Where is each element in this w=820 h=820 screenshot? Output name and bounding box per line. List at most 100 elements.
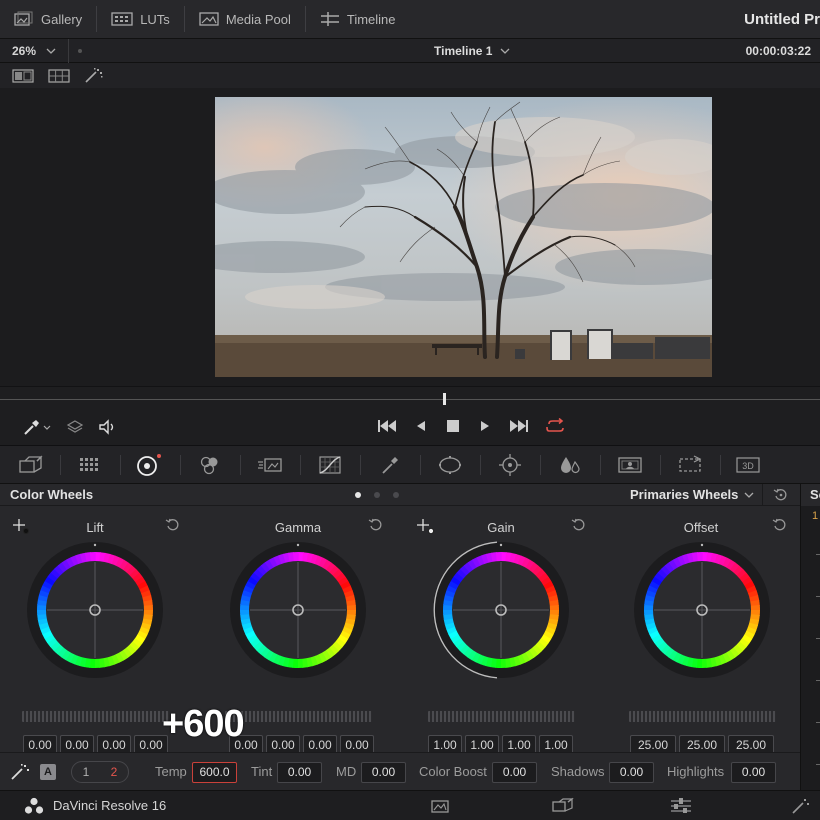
- page-2-button[interactable]: 2: [100, 762, 128, 782]
- page-1-button[interactable]: 1: [72, 762, 100, 782]
- 3d-button[interactable]: 3D: [718, 446, 778, 484]
- hue-segment: [125, 643, 137, 655]
- luts-button[interactable]: LUTs: [97, 0, 184, 39]
- key-button[interactable]: [600, 446, 660, 484]
- loop-icon[interactable]: [545, 418, 567, 434]
- window-button[interactable]: [420, 446, 480, 484]
- timeline-dropdown[interactable]: Timeline 1: [434, 39, 510, 63]
- eyedropper-icon[interactable]: [22, 418, 52, 436]
- reset-icon[interactable]: [571, 518, 587, 532]
- reset-icon[interactable]: [368, 518, 384, 532]
- hue-segment: [98, 657, 106, 668]
- gain-label: Gain: [487, 520, 515, 535]
- highlights-field[interactable]: 0.00: [731, 762, 776, 783]
- hue-segment: [745, 626, 757, 636]
- camera-raw-button[interactable]: [0, 446, 60, 484]
- reset-icon[interactable]: [772, 518, 788, 532]
- timeline-button[interactable]: Timeline: [306, 0, 410, 39]
- gamma-color-wheel[interactable]: [228, 540, 368, 680]
- page-dots[interactable]: [355, 492, 399, 498]
- hue-segment: [328, 643, 340, 655]
- lift-master-wheel[interactable]: [22, 711, 169, 722]
- transport-controls: [0, 410, 820, 446]
- fairlight-page-icon[interactable]: [670, 797, 692, 815]
- media-page-icon[interactable]: [430, 797, 450, 815]
- offset-color-wheel[interactable]: [632, 540, 772, 680]
- tint-field[interactable]: 0.00: [277, 762, 322, 783]
- mode-dropdown[interactable]: Primaries Wheels: [630, 484, 754, 506]
- hue-segment: [542, 581, 554, 591]
- page-switch[interactable]: 1 2: [71, 761, 129, 783]
- jump-to-start-icon[interactable]: [377, 418, 397, 434]
- speaker-icon[interactable]: [98, 419, 118, 435]
- page-dot[interactable]: [393, 492, 399, 498]
- luts-label: LUTs: [140, 11, 170, 27]
- hue-segment: [84, 552, 92, 563]
- hue-segment: [247, 576, 260, 587]
- hue-segment: [337, 576, 349, 587]
- auto-balance-icon[interactable]: [10, 763, 32, 781]
- viewer[interactable]: [0, 88, 820, 386]
- reset-icon[interactable]: [165, 518, 181, 532]
- hue-segment: [544, 626, 556, 636]
- temp-field[interactable]: 600.0: [192, 762, 237, 783]
- scope-tick: [816, 764, 820, 765]
- gallery-button[interactable]: Gallery: [0, 0, 96, 39]
- media-pool-button[interactable]: Media Pool: [185, 0, 305, 39]
- hue-segment: [681, 654, 690, 667]
- gain-master-wheel[interactable]: [428, 711, 575, 722]
- sizing-button[interactable]: [660, 446, 720, 484]
- hue-segment: [341, 585, 353, 595]
- hue-segment: [735, 568, 747, 580]
- hue-segment: [282, 656, 290, 668]
- shadows-field[interactable]: 0.00: [609, 762, 654, 783]
- hue-segment: [725, 649, 736, 661]
- page-dot[interactable]: [374, 492, 380, 498]
- play-icon[interactable]: [477, 418, 493, 434]
- color-match-button[interactable]: [60, 446, 120, 484]
- qualifier-button[interactable]: [360, 446, 420, 484]
- lift-color-wheel[interactable]: [25, 540, 165, 680]
- scrubber-bar[interactable]: [0, 386, 820, 410]
- reverse-icon[interactable]: [413, 418, 429, 434]
- layers-icon[interactable]: [66, 419, 84, 435]
- color-boost-field[interactable]: 0.00: [492, 762, 537, 783]
- motion-effects-button[interactable]: [240, 446, 300, 484]
- magic-wand-icon[interactable]: [84, 67, 104, 84]
- stop-icon[interactable]: [445, 418, 461, 434]
- curves-button[interactable]: [300, 446, 360, 484]
- color-wheels-button[interactable]: [118, 446, 178, 484]
- hue-segment: [40, 625, 52, 635]
- hue-segment: [645, 589, 658, 598]
- hue-segment: [467, 559, 478, 571]
- hue-segment: [504, 657, 512, 668]
- offset-master-wheel[interactable]: [629, 711, 776, 722]
- deliver-page-icon[interactable]: [790, 797, 810, 815]
- rgb-mixer-button[interactable]: [180, 446, 240, 484]
- timeline-label: Timeline: [346, 11, 396, 27]
- split-screen-icon[interactable]: [12, 68, 34, 83]
- viewer-image[interactable]: [215, 97, 712, 377]
- tracker-button[interactable]: [480, 446, 540, 484]
- gamma-master-wheel[interactable]: [225, 711, 372, 722]
- blur-button[interactable]: [540, 446, 600, 484]
- page-navigation-bar: DaVinci Resolve 16: [0, 790, 820, 820]
- hue-segment: [471, 651, 481, 663]
- md-field[interactable]: 0.00: [361, 762, 406, 783]
- hue-segment: [490, 552, 498, 563]
- auto-key-button[interactable]: A: [40, 764, 56, 780]
- hue-segment: [444, 589, 457, 598]
- jump-to-end-icon[interactable]: [509, 418, 529, 434]
- md-label: MD: [336, 764, 357, 779]
- edit-page-icon[interactable]: [550, 797, 574, 815]
- hue-segment: [714, 553, 723, 566]
- gain-color-wheel[interactable]: [431, 540, 571, 680]
- gallery-grid-icon[interactable]: [48, 68, 70, 83]
- hue-segment: [748, 618, 760, 626]
- playhead[interactable]: [443, 393, 446, 405]
- zoom-dropdown[interactable]: 26%: [12, 39, 56, 63]
- hue-segment: [718, 555, 728, 567]
- davinci-logo-icon: [24, 797, 44, 814]
- page-dot[interactable]: [355, 492, 361, 498]
- reset-all-icon[interactable]: [773, 488, 789, 502]
